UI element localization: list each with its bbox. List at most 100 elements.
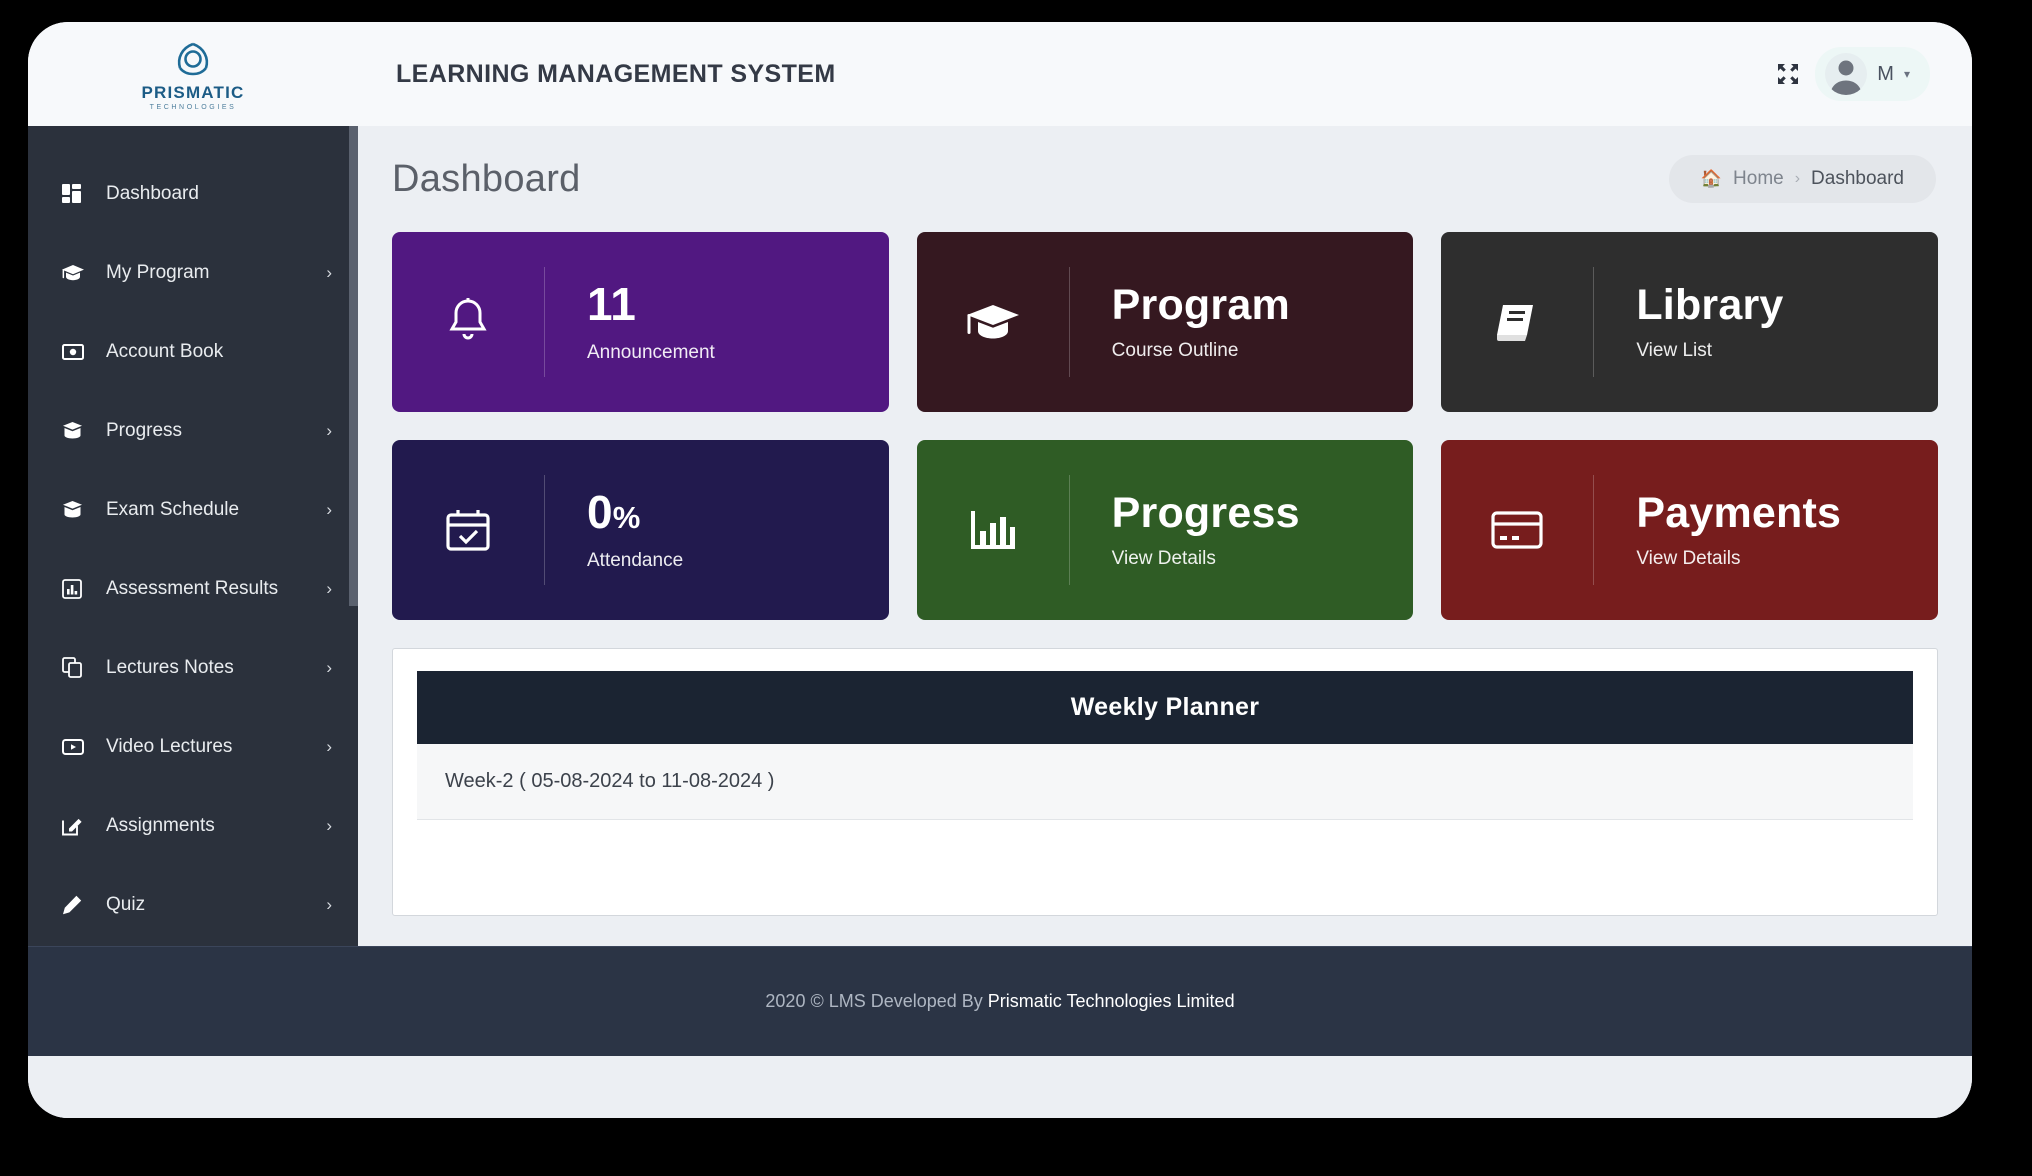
brand-logo[interactable]: PRISMATIC TECHNOLOGIES bbox=[28, 22, 358, 126]
breadcrumb-current: Dashboard bbox=[1811, 168, 1904, 190]
app-title: LEARNING MANAGEMENT SYSTEM bbox=[396, 60, 836, 89]
chevron-right-icon: › bbox=[326, 500, 332, 520]
chevron-right-icon: › bbox=[326, 421, 332, 441]
card-value: 11 bbox=[587, 280, 715, 330]
breadcrumb-home-link[interactable]: Home bbox=[1733, 168, 1784, 190]
card-announcement[interactable]: 11 Announcement bbox=[392, 232, 889, 412]
bar-chart-icon bbox=[917, 507, 1069, 553]
card-title: Library bbox=[1636, 282, 1783, 328]
user-avatar-icon bbox=[1825, 53, 1867, 95]
book-icon bbox=[1441, 299, 1593, 345]
sidebar-nav: Dashboard My Program › bbox=[28, 126, 358, 946]
chevron-right-icon: › bbox=[326, 737, 332, 757]
card-progress[interactable]: Progress View Details bbox=[917, 440, 1414, 620]
card-subtitle: View List bbox=[1636, 340, 1783, 362]
chevron-right-icon: › bbox=[326, 579, 332, 599]
sidebar-item-label: Account Book bbox=[106, 341, 223, 363]
card-attendance[interactable]: 0% Attendance bbox=[392, 440, 889, 620]
copy-files-icon bbox=[62, 657, 92, 678]
logo-subtext: TECHNOLOGIES bbox=[150, 104, 237, 111]
sidebar-item-my-program[interactable]: My Program › bbox=[28, 233, 358, 312]
user-menu[interactable]: M ▾ bbox=[1815, 47, 1930, 101]
sidebar-item-quiz[interactable]: Quiz › bbox=[28, 865, 358, 944]
card-body: Program Course Outline bbox=[1070, 282, 1290, 362]
dashboard-grid-icon bbox=[62, 184, 92, 203]
bell-icon bbox=[392, 296, 544, 348]
card-payments[interactable]: Payments View Details bbox=[1441, 440, 1938, 620]
sidebar-scrollbar-thumb[interactable] bbox=[349, 126, 358, 606]
weekly-planner-header: Weekly Planner bbox=[417, 671, 1913, 744]
sidebar-item-label: Assignments bbox=[106, 815, 215, 837]
sidebar-item-lectures-notes[interactable]: Lectures Notes › bbox=[28, 628, 358, 707]
sidebar-item-label: Assessment Results bbox=[106, 578, 278, 600]
card-body: Progress View Details bbox=[1070, 490, 1300, 570]
breadcrumb-separator: › bbox=[1795, 170, 1800, 188]
sidebar-item-assignments[interactable]: Assignments › bbox=[28, 786, 358, 865]
page-header: Dashboard 🏠 Home › Dashboard bbox=[358, 126, 1972, 232]
user-initial: M bbox=[1877, 63, 1894, 86]
sidebar-item-account-book[interactable]: Account Book bbox=[28, 312, 358, 391]
prismatic-triquetra-logo-icon bbox=[166, 38, 220, 82]
sidebar-item-label: Quiz bbox=[106, 894, 145, 916]
card-value: 0% bbox=[587, 488, 683, 538]
sidebar-item-list: Dashboard My Program › bbox=[28, 126, 358, 944]
card-library[interactable]: Library View List bbox=[1441, 232, 1938, 412]
card-subtitle: Course Outline bbox=[1112, 340, 1290, 362]
card-value-number: 0 bbox=[587, 486, 613, 538]
chevron-right-icon: › bbox=[326, 816, 332, 836]
top-header-bar: PRISMATIC TECHNOLOGIES LEARNING MANAGEME… bbox=[28, 22, 1972, 126]
edit-square-icon bbox=[62, 815, 92, 836]
money-bill-icon bbox=[62, 344, 92, 360]
credit-card-icon bbox=[1441, 510, 1593, 550]
card-subtitle: View Details bbox=[1112, 548, 1300, 570]
fullscreen-expand-icon[interactable] bbox=[1771, 57, 1805, 91]
sidebar-item-label: Progress bbox=[106, 420, 182, 442]
sidebar-item-assessment-results[interactable]: Assessment Results › bbox=[28, 549, 358, 628]
sidebar-item-label: Dashboard bbox=[106, 183, 199, 205]
stat-card-grid: 11 Announcement Program Course Outline bbox=[358, 232, 1972, 620]
sidebar-item-exam-schedule[interactable]: Exam Schedule › bbox=[28, 470, 358, 549]
breadcrumb: 🏠 Home › Dashboard bbox=[1669, 155, 1936, 203]
open-book-icon bbox=[62, 500, 92, 519]
card-title: Progress bbox=[1112, 490, 1300, 536]
header-actions: M ▾ bbox=[1771, 47, 1972, 101]
sidebar-item-label: Exam Schedule bbox=[106, 499, 239, 521]
calendar-check-icon bbox=[392, 506, 544, 554]
sidebar-item-progress[interactable]: Progress › bbox=[28, 391, 358, 470]
sidebar-item-label: My Program bbox=[106, 262, 209, 284]
sidebar-item-video-lectures[interactable]: Video Lectures › bbox=[28, 707, 358, 786]
page-title: Dashboard bbox=[392, 158, 581, 201]
card-subtitle: Announcement bbox=[587, 342, 715, 364]
sidebar-item-label: Lectures Notes bbox=[106, 657, 234, 679]
video-play-icon bbox=[62, 739, 92, 755]
graduation-cap-icon bbox=[62, 264, 92, 282]
card-body: 11 Announcement bbox=[545, 280, 715, 364]
sidebar-item-dashboard[interactable]: Dashboard bbox=[28, 154, 358, 233]
footer-text: 2020 © LMS Developed By Prismatic Techno… bbox=[765, 991, 1234, 1012]
card-body: Library View List bbox=[1594, 282, 1783, 362]
sidebar-scrollbar[interactable] bbox=[349, 126, 358, 946]
card-subtitle: Attendance bbox=[587, 550, 683, 572]
app-window: PRISMATIC TECHNOLOGIES LEARNING MANAGEME… bbox=[28, 22, 1972, 1118]
card-title: Program bbox=[1112, 282, 1290, 328]
chevron-right-icon: › bbox=[326, 895, 332, 915]
pencil-icon bbox=[62, 895, 92, 915]
footer-copyright: 2020 © LMS Developed By bbox=[765, 991, 987, 1011]
chevron-right-icon: › bbox=[326, 263, 332, 283]
footer-brand: Prismatic Technologies Limited bbox=[988, 991, 1235, 1011]
page-footer: 2020 © LMS Developed By Prismatic Techno… bbox=[28, 946, 1972, 1056]
card-program[interactable]: Program Course Outline bbox=[917, 232, 1414, 412]
card-body: 0% Attendance bbox=[545, 488, 683, 572]
logo-wordmark: PRISMATIC bbox=[141, 83, 244, 103]
home-icon: 🏠 bbox=[1701, 169, 1722, 189]
graduation-cap-icon bbox=[917, 300, 1069, 344]
weekly-planner-panel: Weekly Planner Week-2 ( 05-08-2024 to 11… bbox=[392, 648, 1938, 916]
sidebar-item-label: Video Lectures bbox=[106, 736, 232, 758]
main-content: Dashboard 🏠 Home › Dashboard bbox=[358, 126, 1972, 946]
chevron-right-icon: › bbox=[326, 658, 332, 678]
weekly-planner-row[interactable]: Week-2 ( 05-08-2024 to 11-08-2024 ) bbox=[417, 744, 1913, 820]
chevron-down-icon: ▾ bbox=[1904, 67, 1910, 81]
card-title: Payments bbox=[1636, 490, 1841, 536]
card-value-suffix: % bbox=[613, 500, 641, 535]
bar-chart-icon bbox=[62, 579, 92, 599]
